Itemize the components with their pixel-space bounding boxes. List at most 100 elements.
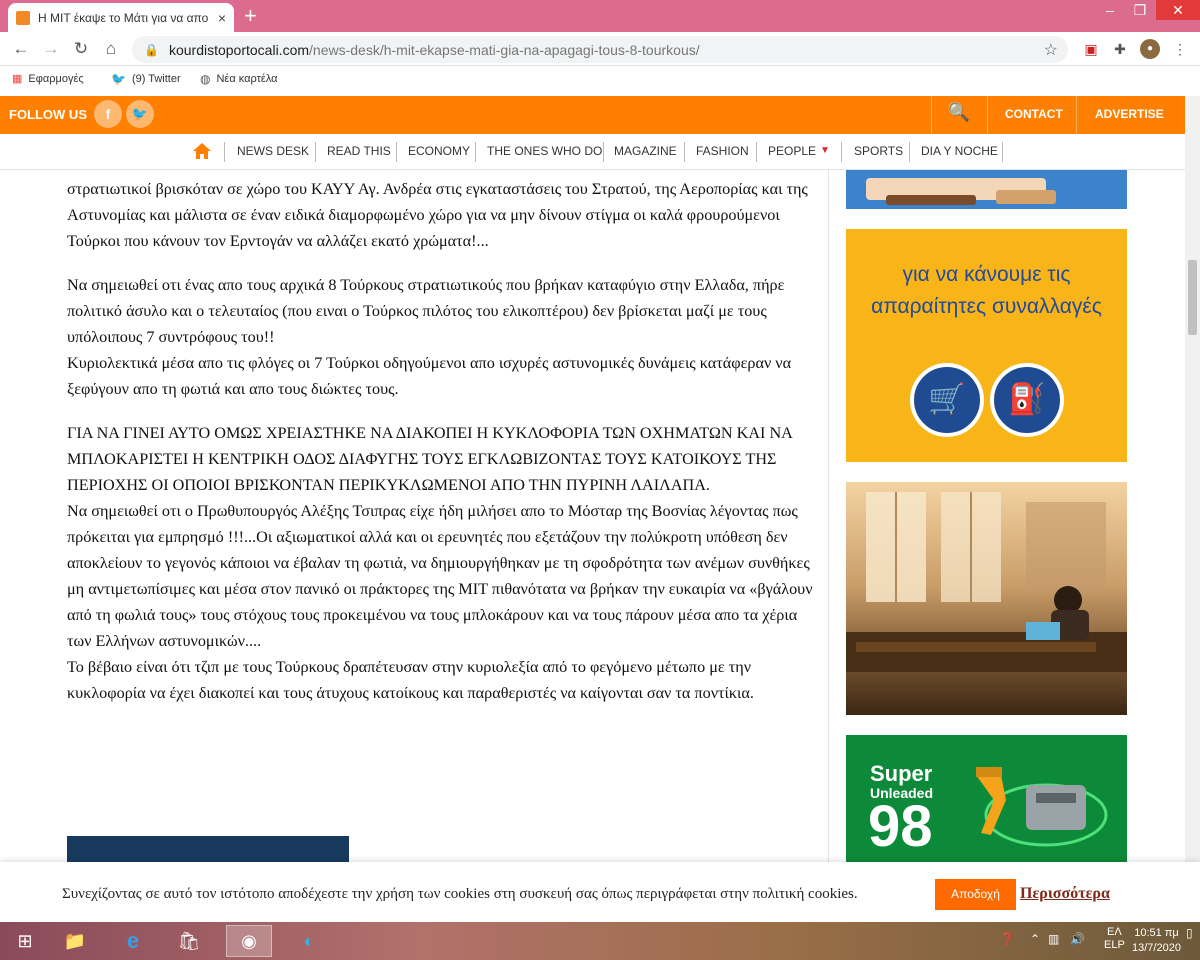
home-icon[interactable] [192, 142, 212, 160]
cookie-more-link[interactable]: Περισσότερα [1020, 885, 1110, 903]
ad-super-label: Super [870, 761, 933, 786]
article-paragraph: στρατιωτικοί βρισκόταν σε χώρο του ΚΑΥΥ … [67, 180, 808, 250]
window-close-icon[interactable]: ✕ [1156, 0, 1200, 20]
browser-tab[interactable]: Η MIT έκαψε το Μάτι για να απο × [8, 3, 234, 32]
menu-item-the-ones-who-do[interactable]: THE ONES WHO DO [487, 144, 602, 158]
ad-illustration [846, 170, 1127, 209]
new-tab-button[interactable]: + [244, 4, 257, 28]
twitter-icon[interactable]: 🐦 [126, 100, 154, 128]
header-divider [931, 96, 932, 134]
bookmark-apps[interactable]: ▦ Εφαρμογές [12, 72, 84, 86]
browser-toolbar: ← → ↻ ⌂ 🔒 kourdistoportocali.com/news-de… [0, 32, 1200, 66]
language-code: ΕΛ [1107, 926, 1122, 938]
cookie-consent-bar: Συνεχίζοντας σε αυτό τον ιστότοπο αποδέχ… [0, 862, 1200, 922]
extensions-puzzle-icon[interactable]: ✚ [1110, 39, 1130, 59]
sidebar-divider [828, 170, 829, 870]
bookmark-label: (9) Twitter [131, 73, 181, 85]
header-divider [1076, 96, 1077, 134]
back-arrow-icon[interactable]: ← [10, 38, 32, 60]
sidebar-ad-fuel[interactable]: Super Unleaded 98 [846, 735, 1127, 865]
menu-item-people[interactable]: PEOPLE [768, 144, 816, 158]
main-menu: NEWS DESK READ THIS ECONOMY THE ONES WHO… [0, 134, 1185, 170]
browser-tab-strip: Η MIT έκαψε το Μάτι για να απο × + – ❐ ✕ [0, 0, 1200, 32]
extension-shield-icon[interactable]: ▣ [1081, 39, 1101, 59]
profile-avatar[interactable]: ● [1140, 39, 1160, 59]
article-body: στρατιωτικοί βρισκόταν σε χώρο του ΚΑΥΥ … [67, 176, 815, 724]
menu-divider [909, 142, 910, 162]
contact-link[interactable]: CONTACT [1005, 107, 1063, 121]
facebook-icon[interactable]: f [94, 100, 122, 128]
menu-divider [756, 142, 757, 162]
apps-grid-icon: ▦ [12, 73, 23, 85]
menu-item-read-this[interactable]: READ THIS [327, 144, 391, 158]
tray-expand-icon[interactable]: ⌃ [1030, 932, 1040, 946]
menu-divider [475, 142, 476, 162]
windows-taskbar: ⊞ 📁 e 🛍 ◉ ◐ ❓ ⌃ ▥ 🔊 ΕΛ ELP 10:51 πμ 13/7… [0, 922, 1200, 960]
minimize-icon[interactable]: – [1098, 0, 1122, 20]
edge-icon[interactable]: ◐ [286, 925, 332, 957]
bookmark-twitter[interactable]: 🐦 (9) Twitter [111, 72, 181, 86]
menu-divider [315, 142, 316, 162]
url-path: /news-desk/h-mit-ekapse-mati-gia-na-apag… [309, 41, 700, 58]
bookmark-new-tab[interactable]: ◍ Νέα καρτέλα [200, 72, 278, 86]
menu-item-dia-y-noche[interactable]: DIA Y NOCHE [921, 144, 998, 158]
ad-98-number: 98 [868, 794, 933, 859]
search-icon[interactable]: 🔍 [945, 102, 973, 123]
windows-start-icon[interactable]: ⊞ [2, 925, 48, 957]
shopping-cart-icon: 🛒 [910, 363, 984, 437]
chevron-down-icon[interactable]: ▼ [820, 145, 830, 156]
browser-menu-icon[interactable]: ⋮ [1170, 39, 1190, 59]
fuel-pump-icon: ⛽ [990, 363, 1064, 437]
menu-divider [603, 142, 604, 162]
forward-arrow-icon[interactable]: → [40, 38, 62, 60]
bookmark-label: Εφαρμογές [28, 72, 84, 85]
cookie-message: Συνεχίζοντας σε αυτό τον ιστότοπο αποδέχ… [62, 886, 858, 902]
menu-item-sports[interactable]: SPORTS [854, 144, 903, 158]
site-header: FOLLOW US f 🐦 🔍 CONTACT ADVERTISE [0, 96, 1185, 134]
language-indicator[interactable]: ΕΛ ELP [1104, 926, 1125, 952]
bookmark-star-icon[interactable]: ☆ [1044, 40, 1058, 60]
reload-icon[interactable]: ↻ [70, 38, 92, 60]
scrollbar-thumb[interactable] [1188, 260, 1197, 335]
restore-icon[interactable]: ❐ [1128, 0, 1152, 20]
accept-cookies-button[interactable]: Αποδοχή [935, 879, 1016, 910]
sidebar-ad-top[interactable] [846, 170, 1127, 209]
store-icon[interactable]: 🛍 [166, 925, 212, 957]
menu-item-news-desk[interactable]: NEWS DESK [237, 144, 309, 158]
help-icon[interactable]: ❓ [1000, 932, 1015, 946]
menu-divider [224, 142, 225, 162]
sidebar-ad-payments[interactable]: για να κάνουμε τις απαραίτητες συναλλαγέ… [846, 229, 1127, 462]
advertise-link[interactable]: ADVERTISE [1095, 107, 1164, 121]
menu-item-economy[interactable]: ECONOMY [408, 144, 470, 158]
article-paragraph: Να σημειωθεί οτι ένας απο τους αρχικά 8 … [67, 272, 815, 402]
lock-icon: 🔒 [144, 42, 159, 57]
tab-close-icon[interactable]: × [218, 10, 226, 26]
internet-explorer-icon[interactable]: e [110, 925, 156, 957]
notifications-icon[interactable]: ▯ [1186, 926, 1193, 940]
menu-divider [684, 142, 685, 162]
file-explorer-icon[interactable]: 📁 [52, 925, 98, 957]
menu-item-magazine[interactable]: MAGAZINE [614, 144, 677, 158]
menu-divider [396, 142, 397, 162]
url-host: kourdistoportocali.com [168, 41, 310, 58]
system-clock[interactable]: 10:51 πμ 13/7/2020 [1132, 926, 1181, 956]
header-divider [987, 96, 988, 134]
article-sentence: Κυριολεκτικά μέσα απο τις φλόγες οι 7 Το… [67, 354, 792, 398]
article-sentence: Να σημειωθεί οτι ένας απο τους αρχικά 8 … [67, 276, 785, 346]
article-sentence: ΓΙΑ ΝΑ ΓΙΝΕΙ ΑΥΤΟ ΟΜΩΣ ΧΡΕΙΑΣΤΗΚΕ ΝΑ ΔΙΑ… [67, 424, 792, 494]
chrome-icon[interactable]: ◉ [226, 925, 272, 957]
sidebar-ad-photo[interactable] [846, 482, 1127, 715]
clock-date: 13/7/2020 [1132, 942, 1181, 954]
home-button-icon[interactable]: ⌂ [100, 38, 122, 60]
twitter-bird-icon: 🐦 [111, 72, 126, 86]
article-sentence: Να σημειωθεί οτι ο Πρωθυπουργός Αλέξης Τ… [67, 502, 813, 650]
menu-divider [1002, 142, 1003, 162]
menu-item-fashion[interactable]: FASHION [696, 144, 749, 158]
fuel-nozzle-engine-icon [976, 767, 1108, 847]
network-icon[interactable]: ▥ [1048, 932, 1059, 946]
page-scrollbar[interactable] [1185, 96, 1200, 922]
menu-divider [841, 142, 842, 162]
keyboard-layout: ELP [1104, 939, 1125, 951]
address-bar[interactable]: 🔒 kourdistoportocali.com/news-desk/h-mit… [132, 36, 1068, 63]
volume-icon[interactable]: 🔊 [1070, 932, 1085, 946]
